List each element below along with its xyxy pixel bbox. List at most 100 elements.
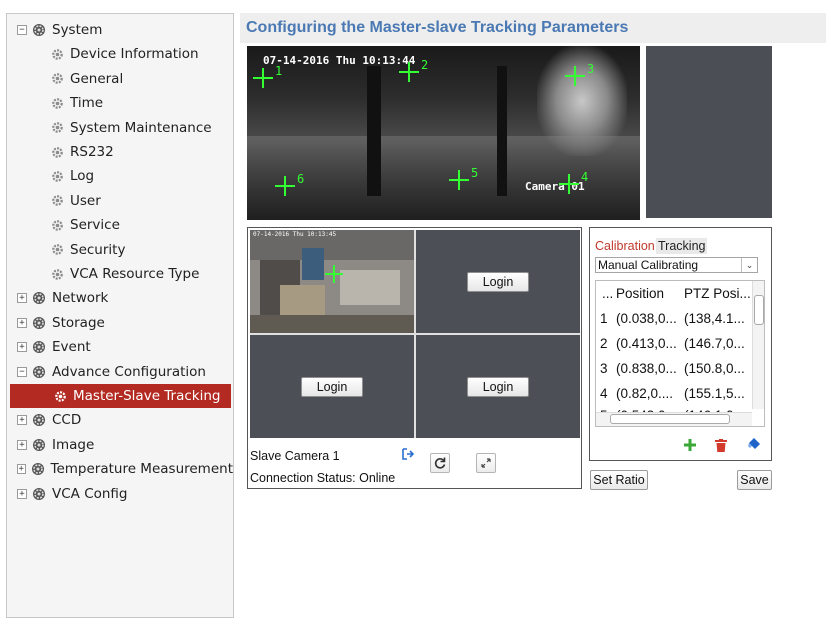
sidebar-item-ccd[interactable]: + CCD: [7, 408, 233, 432]
collapse-icon[interactable]: −: [17, 366, 27, 377]
tab-calibration[interactable]: Calibration: [595, 238, 655, 254]
calibration-point-marker[interactable]: [565, 66, 585, 86]
sidebar-item-storage[interactable]: + Storage: [7, 311, 233, 335]
calibration-point-marker[interactable]: [253, 68, 273, 88]
calibration-point-marker[interactable]: [449, 170, 469, 190]
sidebar-item-log[interactable]: Log: [7, 164, 233, 188]
calibration-point-marker[interactable]: [399, 62, 419, 82]
slave-video-cell-1[interactable]: 07-14-2016 Thu 10:13:45: [250, 230, 414, 333]
set-ratio-button[interactable]: Set Ratio: [590, 470, 648, 490]
sidebar-item-general[interactable]: General: [7, 67, 233, 91]
eraser-icon[interactable]: [744, 434, 764, 454]
add-point-icon[interactable]: [680, 435, 700, 455]
sidebar-item-vca-resource-type[interactable]: VCA Resource Type: [7, 262, 233, 286]
scrollbar-thumb[interactable]: [754, 295, 764, 325]
sidebar-item-security[interactable]: Security: [7, 238, 233, 262]
sidebar-tree: − System Device Information General Time Syst…: [6, 13, 234, 618]
sidebar-item-label: CCD: [52, 412, 82, 429]
logout-icon[interactable]: [398, 444, 418, 464]
save-button[interactable]: Save: [737, 470, 772, 490]
expand-icon[interactable]: +: [17, 464, 26, 475]
table-cell: 1: [600, 311, 608, 326]
sidebar-item-event[interactable]: + Event: [7, 335, 233, 359]
sidebar-item-vca-config[interactable]: + VCA Config: [7, 482, 233, 506]
column-header: ...: [602, 286, 614, 301]
expand-icon[interactable]: +: [17, 342, 27, 353]
gear-icon: [50, 121, 64, 135]
calibration-point-number: 1: [275, 64, 283, 78]
sidebar-item-system[interactable]: − System: [7, 18, 233, 42]
connection-status: Connection Status: Online: [250, 471, 396, 485]
sidebar-item-master-slave-tracking[interactable]: Master-Slave Tracking: [10, 384, 231, 408]
sidebar-item-time[interactable]: Time: [7, 91, 233, 115]
sidebar-item-label: Device Information: [70, 46, 199, 63]
column-header: PTZ Posi...: [684, 286, 751, 301]
table-cell: (0.038,0...: [616, 311, 677, 326]
sidebar-item-label: Image: [52, 436, 95, 453]
sidebar-item-temperature-measurement[interactable]: + Temperature Measurement: [7, 457, 233, 481]
video-pillar: [497, 66, 507, 196]
table-row[interactable]: 1 (0.038,0... (138,4.1...: [596, 306, 751, 331]
table-cell: 2: [600, 336, 608, 351]
expand-icon[interactable]: +: [17, 317, 27, 328]
delete-icon[interactable]: [711, 435, 731, 455]
sidebar-item-user[interactable]: User: [7, 189, 233, 213]
sidebar-item-rs232[interactable]: RS232: [7, 140, 233, 164]
table-cell: (146.7,0...: [684, 336, 745, 351]
sidebar-item-system-maintenance[interactable]: System Maintenance: [7, 116, 233, 140]
gear-icon: [50, 47, 64, 61]
sidebar-item-label: Event: [52, 339, 91, 356]
refresh-icon[interactable]: [430, 453, 450, 473]
expand-icon[interactable]: +: [17, 415, 27, 426]
calibration-mode-select[interactable]: Manual Calibrating ⌄: [595, 257, 758, 273]
table-row[interactable]: 2 (0.413,0... (146.7,0...: [596, 331, 751, 356]
login-button[interactable]: Login: [301, 377, 363, 397]
gear-icon: [32, 365, 46, 379]
master-camera-video[interactable]: 07-14-2016 Thu 10:13:44 Camera 01 1 2 3 …: [247, 46, 640, 220]
slave-video-grid: 07-14-2016 Thu 10:13:45 Login Login Logi…: [250, 230, 580, 438]
fullscreen-icon[interactable]: [476, 453, 496, 473]
calibration-point-number: 3: [587, 62, 595, 76]
sidebar-item-label: Temperature Measurement: [50, 461, 234, 478]
gear-icon: [32, 316, 46, 330]
scrollbar-thumb[interactable]: [610, 414, 730, 424]
table-cell: (150.8,0...: [684, 361, 745, 376]
sidebar-item-device-information[interactable]: Device Information: [7, 42, 233, 66]
table-row[interactable]: 3 (0.838,0... (150.8,0...: [596, 356, 751, 381]
horizontal-scrollbar[interactable]: [596, 412, 752, 426]
login-button[interactable]: Login: [467, 377, 529, 397]
gear-icon: [50, 72, 64, 86]
sidebar-item-label: System: [52, 22, 103, 38]
chevron-down-icon: ⌄: [741, 258, 757, 272]
gear-icon: [32, 340, 46, 354]
vertical-scrollbar[interactable]: [752, 281, 764, 409]
gear-icon: [32, 487, 46, 501]
gear-icon: [50, 145, 64, 159]
gear-icon: [50, 243, 64, 257]
sidebar-item-label: User: [70, 192, 101, 209]
calibration-point-number: 2: [421, 58, 429, 72]
sidebar-item-service[interactable]: Service: [7, 213, 233, 237]
slave-camera-label: Slave Camera 1: [250, 449, 340, 463]
gear-icon: [53, 389, 67, 403]
tab-tracking[interactable]: Tracking: [656, 238, 708, 254]
calibration-point-marker[interactable]: [559, 174, 579, 194]
sidebar-item-network[interactable]: + Network: [7, 286, 233, 310]
calibration-point-marker[interactable]: [275, 176, 295, 196]
sidebar-item-image[interactable]: + Image: [7, 433, 233, 457]
expand-icon[interactable]: +: [17, 488, 27, 499]
login-button[interactable]: Login: [467, 272, 529, 292]
gear-icon: [32, 291, 46, 305]
sidebar-item-label: RS232: [70, 144, 114, 160]
expand-icon[interactable]: +: [17, 293, 27, 304]
table-cell: 3: [600, 361, 608, 376]
slave-video-cell-3: Login: [250, 335, 414, 438]
sidebar-item-label: System Maintenance: [70, 119, 212, 136]
collapse-icon[interactable]: −: [17, 25, 27, 35]
expand-icon[interactable]: +: [17, 439, 27, 450]
sidebar-item-advance-configuration[interactable]: − Advance Configuration: [7, 360, 233, 384]
table-cell: (0.413,0...: [616, 336, 677, 351]
slave-video-image: [250, 230, 414, 333]
table-header: ... Position PTZ Posi...: [596, 281, 751, 306]
video-osd-datetime: 07-14-2016 Thu 10:13:44: [263, 54, 416, 67]
